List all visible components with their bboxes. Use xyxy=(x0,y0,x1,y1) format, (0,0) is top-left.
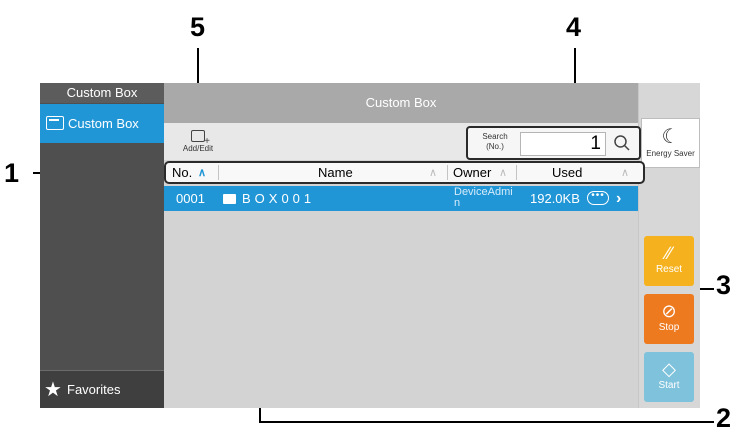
search-input[interactable]: 1 xyxy=(520,132,606,156)
sort-icon[interactable]: ∧ xyxy=(621,166,629,179)
callout-5: 5 xyxy=(190,12,206,42)
callout-1: 1 xyxy=(4,158,20,188)
add-edit-button[interactable]: Add/Edit xyxy=(176,128,220,158)
table-header: No. ∧ Name ∧ Owner ∧ Used ∧ xyxy=(164,161,645,184)
row-name: BOX001 xyxy=(242,191,316,206)
search-icon[interactable] xyxy=(613,134,631,152)
sidebar-item-custom-box[interactable]: Custom Box xyxy=(40,104,164,143)
energy-saver-label: Energy Saver xyxy=(646,149,695,158)
column-divider xyxy=(447,165,448,180)
star-icon: ★ xyxy=(44,379,62,401)
callout-2: 2 xyxy=(716,403,732,433)
callout-4: 4 xyxy=(566,12,582,42)
sort-icon[interactable]: ∧ xyxy=(499,166,507,179)
moon-icon: ☾ xyxy=(661,126,680,148)
column-no[interactable]: No. xyxy=(172,163,192,182)
row-number: 0001 xyxy=(176,191,205,206)
leader-line-2b xyxy=(259,421,714,423)
reset-button[interactable]: ∕∕ Reset xyxy=(644,236,694,286)
row-owner: DeviceAdmi n xyxy=(454,187,513,209)
column-divider xyxy=(516,165,517,180)
search-label-line2: (No.) xyxy=(486,142,504,151)
stop-icon: ⊘ xyxy=(661,301,677,321)
row-used: 192.0KB xyxy=(530,191,580,206)
table-row[interactable]: 0001 BOX001 DeviceAdmi n 192.0KB ••• › xyxy=(164,186,638,211)
favorites-label: Favorites xyxy=(67,382,121,397)
stop-button[interactable]: ⊘ Stop xyxy=(644,294,694,344)
search-label: Search (No.) xyxy=(474,132,516,152)
row-owner-line2: n xyxy=(454,197,461,209)
folder-add-icon xyxy=(191,130,210,147)
folder-icon xyxy=(223,194,236,204)
box-icon xyxy=(46,116,64,130)
row-owner-line1: DeviceAdmi xyxy=(454,186,513,198)
start-button[interactable]: ◇ Start xyxy=(644,352,694,402)
search-group: Search (No.) 1 xyxy=(466,126,641,160)
page-title: Custom Box xyxy=(164,83,638,123)
start-label: Start xyxy=(658,380,680,391)
more-options-icon[interactable]: ••• xyxy=(587,191,609,205)
sort-icon[interactable]: ∧ xyxy=(429,166,437,179)
energy-saver-button[interactable]: ☾ Energy Saver xyxy=(641,118,700,168)
column-divider xyxy=(218,165,219,180)
reset-icon: ∕∕ xyxy=(665,243,672,263)
sort-asc-icon[interactable]: ∧ xyxy=(198,166,206,179)
sidebar-header: Custom Box xyxy=(40,83,164,103)
column-used[interactable]: Used xyxy=(552,163,582,182)
sidebar-item-label: Custom Box xyxy=(68,116,139,131)
start-icon: ◇ xyxy=(662,359,676,379)
favorites-button[interactable]: ★ Favorites xyxy=(40,370,164,408)
search-label-line1: Search xyxy=(482,132,508,141)
stop-label: Stop xyxy=(658,322,680,333)
callout-3: 3 xyxy=(716,270,732,300)
chevron-right-icon[interactable]: › xyxy=(616,186,621,211)
column-owner[interactable]: Owner xyxy=(453,163,491,182)
column-name[interactable]: Name xyxy=(318,163,353,182)
reset-label: Reset xyxy=(655,264,683,275)
